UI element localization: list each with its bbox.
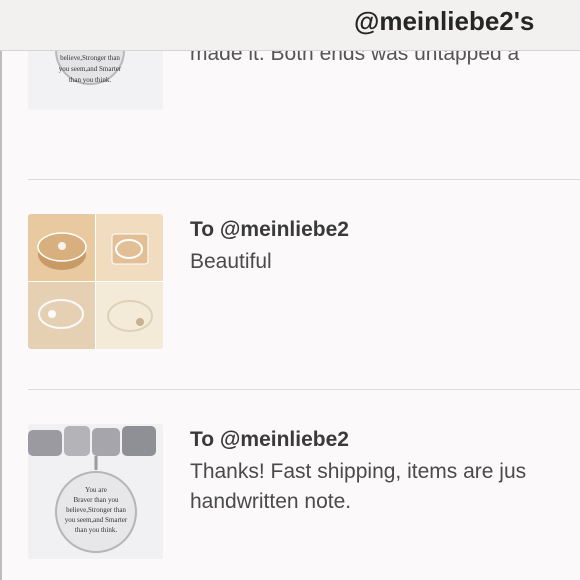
review-divider — [28, 389, 580, 390]
charm-engraving-line: believe,Stronger than — [66, 506, 126, 514]
page-title: @meinliebe2's — [354, 6, 535, 36]
review-recipient[interactable]: To @meinliebe2 — [190, 218, 349, 242]
product-thumbnail[interactable]: You are Braver than you believe,Stronger… — [28, 424, 163, 559]
charm-engraving-line: than you think. — [69, 76, 111, 84]
charm-engraving-line: Braver than you — [73, 496, 119, 504]
page-header: @meinliebe2's — [0, 0, 580, 51]
charm-engraving-line: You are — [85, 486, 107, 494]
product-thumbnail[interactable] — [28, 214, 163, 349]
charm-pendant-image: You are Braver than you believe,Stronger… — [28, 424, 163, 559]
review-divider — [28, 179, 580, 180]
bracelet-collage-image — [28, 214, 163, 349]
charm-engraving-line: you seem,and Smarter — [65, 516, 128, 524]
charm-engraving-line: than you think. — [75, 526, 117, 534]
review-recipient[interactable]: To @meinliebe2 — [190, 428, 349, 452]
review-list[interactable]: believe,Stronger than you seem,and Smart… — [0, 0, 580, 580]
review-text: Beautiful — [190, 250, 272, 273]
review-text: Thanks! Fast shipping, items are jus han… — [190, 460, 527, 513]
charm-engraving-line: you seem,and Smarter — [59, 65, 122, 73]
charm-engraving-line: believe,Stronger than — [60, 54, 120, 62]
